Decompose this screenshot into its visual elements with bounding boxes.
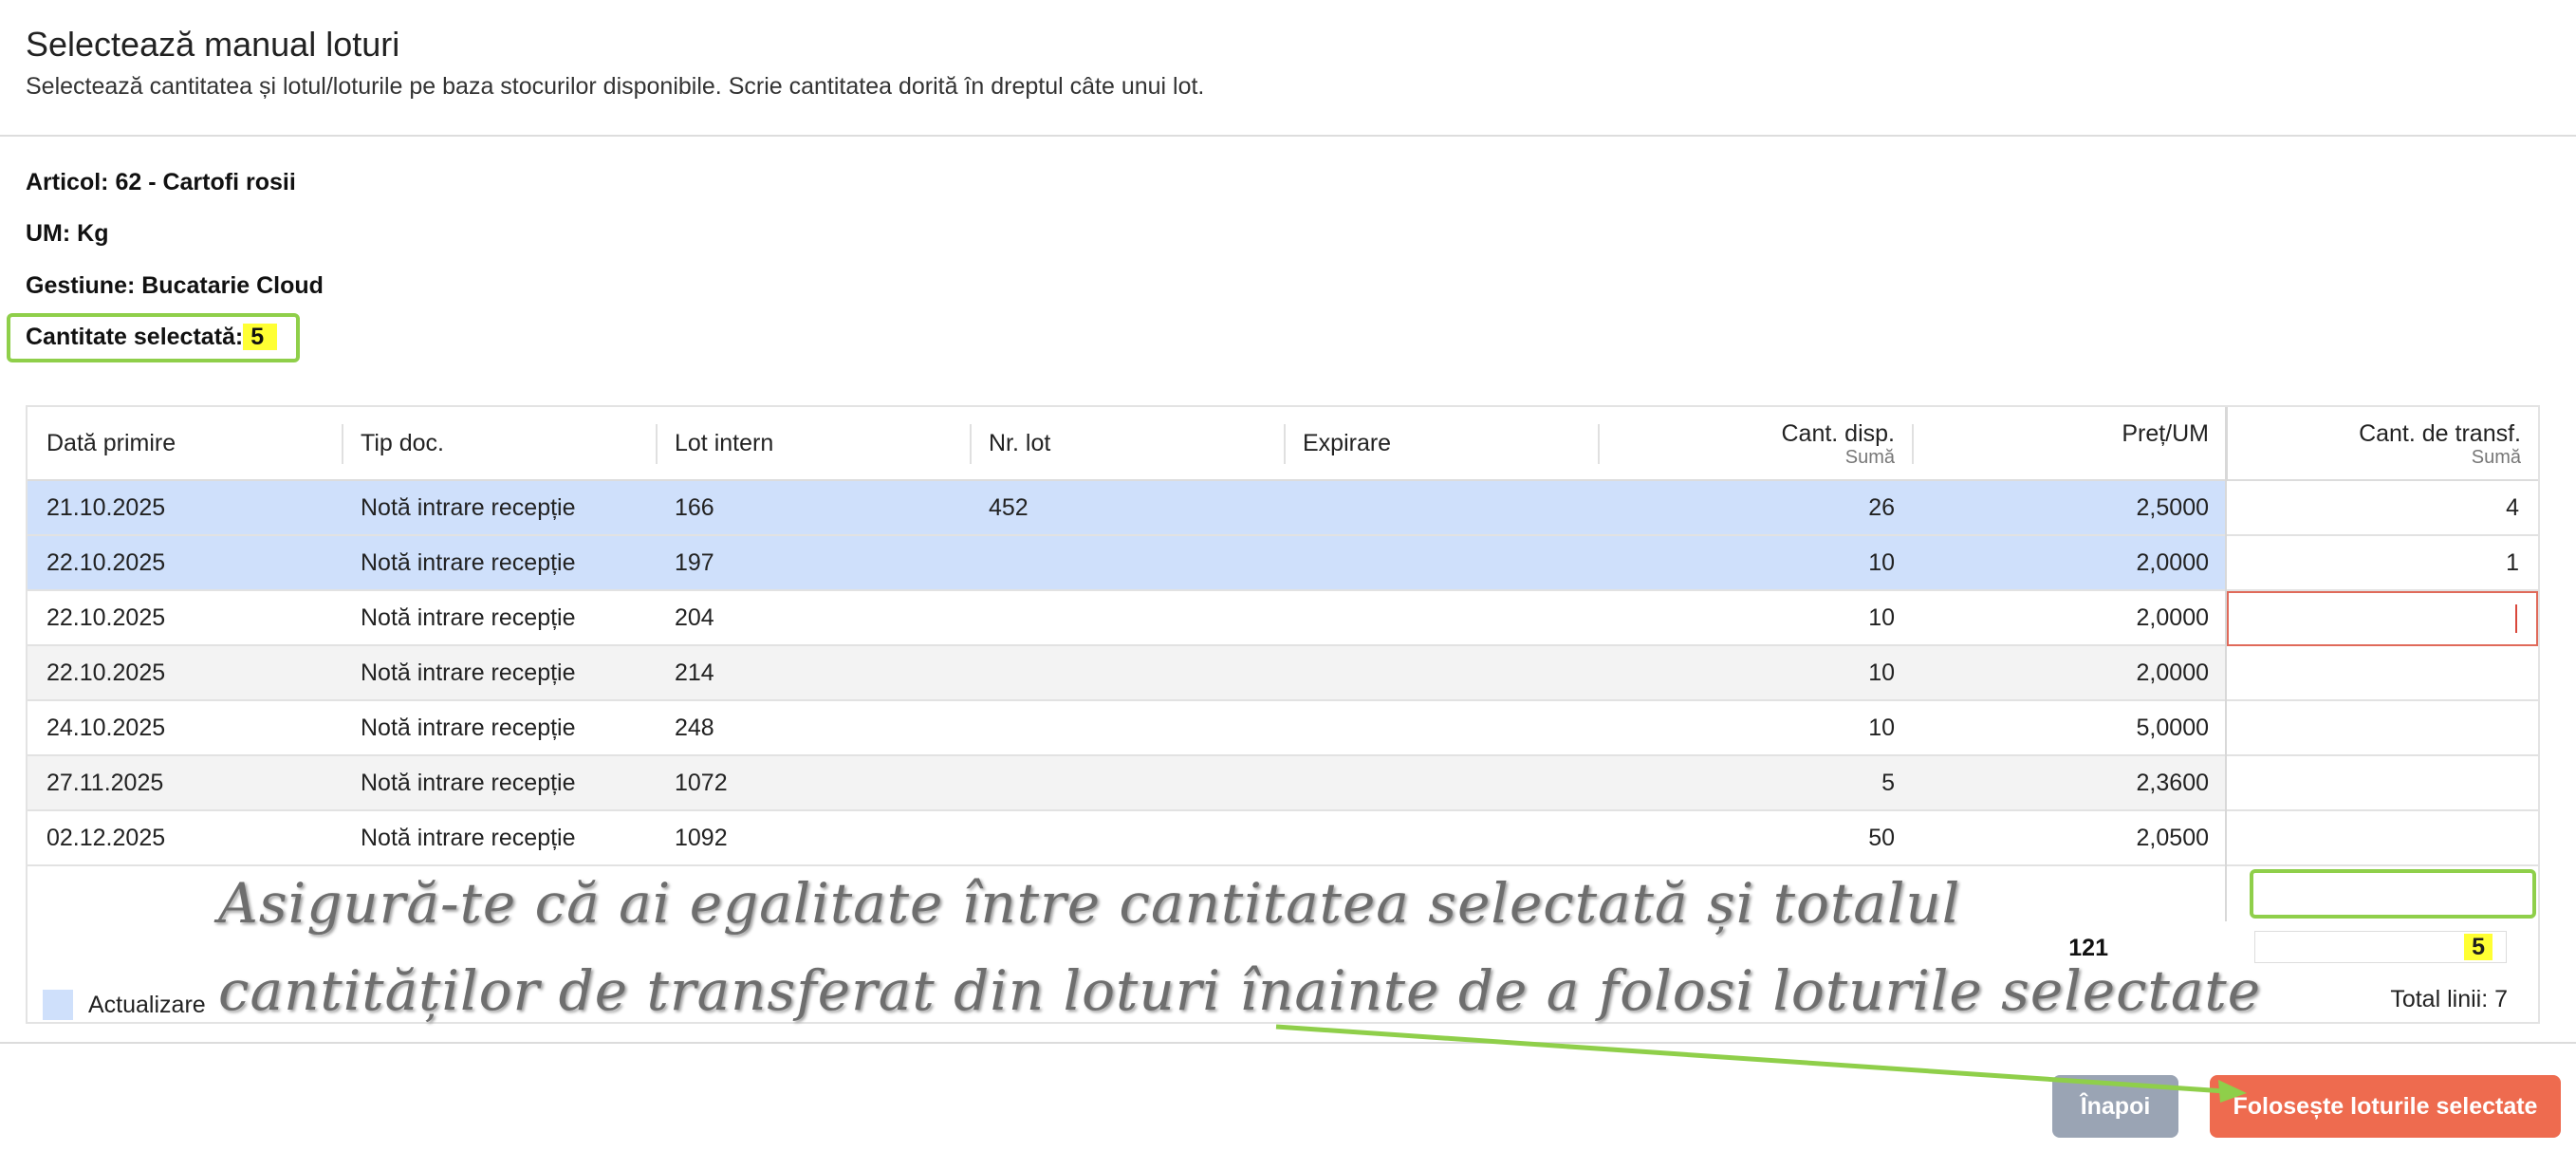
text-caret	[2515, 604, 2517, 633]
cant-transf-input[interactable]: 4	[2227, 481, 2538, 536]
cell-expirare	[1303, 756, 1587, 809]
dialog-subtitle: Selectează cantitatea și lotul/loturile …	[26, 73, 1205, 100]
total-linii: Total linii: 7	[2390, 986, 2508, 1012]
cell-tip: Notă intrare recepție	[361, 715, 576, 741]
cell-data: 24.10.2025	[46, 715, 166, 741]
cell-data: 27.11.2025	[46, 770, 164, 796]
dialog-title: Selectează manual loturi	[26, 25, 400, 64]
info-gestiune: Gestiune: Bucatarie Cloud	[26, 272, 324, 299]
col-nr-lot[interactable]: Nr. lot	[989, 407, 1283, 481]
cell-data: 02.12.2025	[46, 825, 166, 851]
cell-nr-lot	[989, 811, 1273, 864]
cell-nr-lot	[989, 756, 1273, 809]
table-row[interactable]: 27.11.2025 Notă intrare recepție 1072 5 2,36…	[28, 756, 2538, 811]
cant-transf-input[interactable]	[2227, 591, 2538, 646]
cell-tip: Notă intrare recepție	[361, 494, 576, 521]
col-pret-um[interactable]: Preț/UM	[1912, 407, 2226, 481]
cell-data: 22.10.2025	[46, 549, 166, 576]
col-expirare[interactable]: Expirare	[1303, 407, 1597, 481]
col-cant-transf[interactable]: Cant. de transf. Sumă	[2226, 407, 2538, 481]
table-row[interactable]: 22.10.2025 Notă intrare recepție 204 10 2,00…	[28, 591, 2538, 646]
legend-swatch	[43, 990, 73, 1020]
col-lot-intern[interactable]: Lot intern	[675, 407, 969, 481]
table-row[interactable]: 02.12.2025 Notă intrare recepție 1092 50 2,0…	[28, 811, 2538, 866]
col-cant-disp[interactable]: Cant. disp. Sumă	[1598, 407, 1912, 481]
cant-transf-input[interactable]	[2227, 646, 2538, 701]
cell-lot: 1092	[675, 825, 728, 851]
cell-tip: Notă intrare recepție	[361, 659, 576, 686]
cell-expirare	[1303, 591, 1587, 644]
footer-divider	[0, 1042, 2576, 1044]
cell-pret: 2,0000	[2136, 604, 2209, 631]
cell-expirare	[1303, 646, 1587, 699]
cell-disp: 26	[1868, 494, 1895, 521]
cell-disp: 10	[1868, 715, 1895, 741]
annotation-highlight-box	[7, 313, 300, 362]
table-row[interactable]: 22.10.2025 Notă intrare recepție 214 10 2,00…	[28, 646, 2538, 701]
cell-pret: 5,0000	[2136, 715, 2209, 741]
cell-lot: 197	[675, 549, 714, 576]
cell-pret: 2,3600	[2136, 770, 2209, 796]
dialog-header: Selectează manual loturi Selectează cant…	[0, 0, 2576, 137]
table-header: Dată primire Tip doc. Lot intern Nr. lot…	[28, 407, 2538, 481]
cell-nr-lot: 452	[989, 494, 1029, 521]
cell-disp: 10	[1868, 604, 1895, 631]
cell-tip: Notă intrare recepție	[361, 825, 576, 851]
back-button[interactable]: Înapoi	[2052, 1075, 2178, 1138]
col-tip-doc[interactable]: Tip doc.	[361, 407, 655, 481]
cell-disp: 10	[1868, 659, 1895, 686]
cell-tip: Notă intrare recepție	[361, 770, 576, 796]
cell-data: 22.10.2025	[46, 659, 166, 686]
cant-transf-input[interactable]	[2227, 811, 2538, 866]
cell-nr-lot	[989, 646, 1273, 699]
cell-pret: 2,0500	[2136, 825, 2209, 851]
cant-transf-input[interactable]	[2227, 756, 2538, 811]
table-row[interactable]: 22.10.2025 Notă intrare recepție 197 10 2,00…	[28, 536, 2538, 591]
cell-data: 21.10.2025	[46, 494, 166, 521]
cell-expirare	[1303, 536, 1587, 589]
cell-expirare	[1303, 481, 1587, 534]
cell-tip: Notă intrare recepție	[361, 549, 576, 576]
annotation-total-box	[2250, 869, 2536, 919]
cell-nr-lot	[989, 591, 1273, 644]
cell-data: 22.10.2025	[46, 604, 166, 631]
cell-lot: 248	[675, 715, 714, 741]
total-cant-transf: 5	[2254, 931, 2507, 963]
annotation-line-2: cantităților de transferat din loturi în…	[218, 958, 2262, 1023]
cell-disp: 5	[1881, 770, 1895, 796]
cell-expirare	[1303, 811, 1587, 864]
cell-expirare	[1303, 701, 1587, 754]
cell-tip: Notă intrare recepție	[361, 604, 576, 631]
cant-transf-input[interactable]: 1	[2227, 536, 2538, 591]
cell-pret: 2,0000	[2136, 659, 2209, 686]
cell-pret: 2,0000	[2136, 549, 2209, 576]
info-um: UM: Kg	[26, 220, 109, 247]
cell-disp: 50	[1868, 825, 1895, 851]
cell-nr-lot	[989, 701, 1273, 754]
table-row[interactable]: 24.10.2025 Notă intrare recepție 248 10 5,00…	[28, 701, 2538, 756]
annotation-line-1: Asigură-te că ai egalitate între cantita…	[218, 871, 1961, 936]
info-articol: Articol: 62 - Cartofi rosii	[26, 169, 296, 195]
legend-label: Actualizare	[88, 992, 206, 1018]
cell-nr-lot	[989, 536, 1273, 589]
cell-lot: 214	[675, 659, 714, 686]
cell-lot: 1072	[675, 770, 728, 796]
table-row[interactable]: 21.10.2025 Notă intrare recepție 166 452 26 2…	[28, 481, 2538, 536]
col-data-primire[interactable]: Dată primire	[46, 407, 341, 481]
cell-disp: 10	[1868, 549, 1895, 576]
cant-transf-input[interactable]	[2227, 701, 2538, 756]
cell-pret: 2,5000	[2136, 494, 2209, 521]
cell-lot: 166	[675, 494, 714, 521]
cell-lot: 204	[675, 604, 714, 631]
use-selected-lots-button[interactable]: Folosește loturile selectate	[2210, 1075, 2561, 1138]
